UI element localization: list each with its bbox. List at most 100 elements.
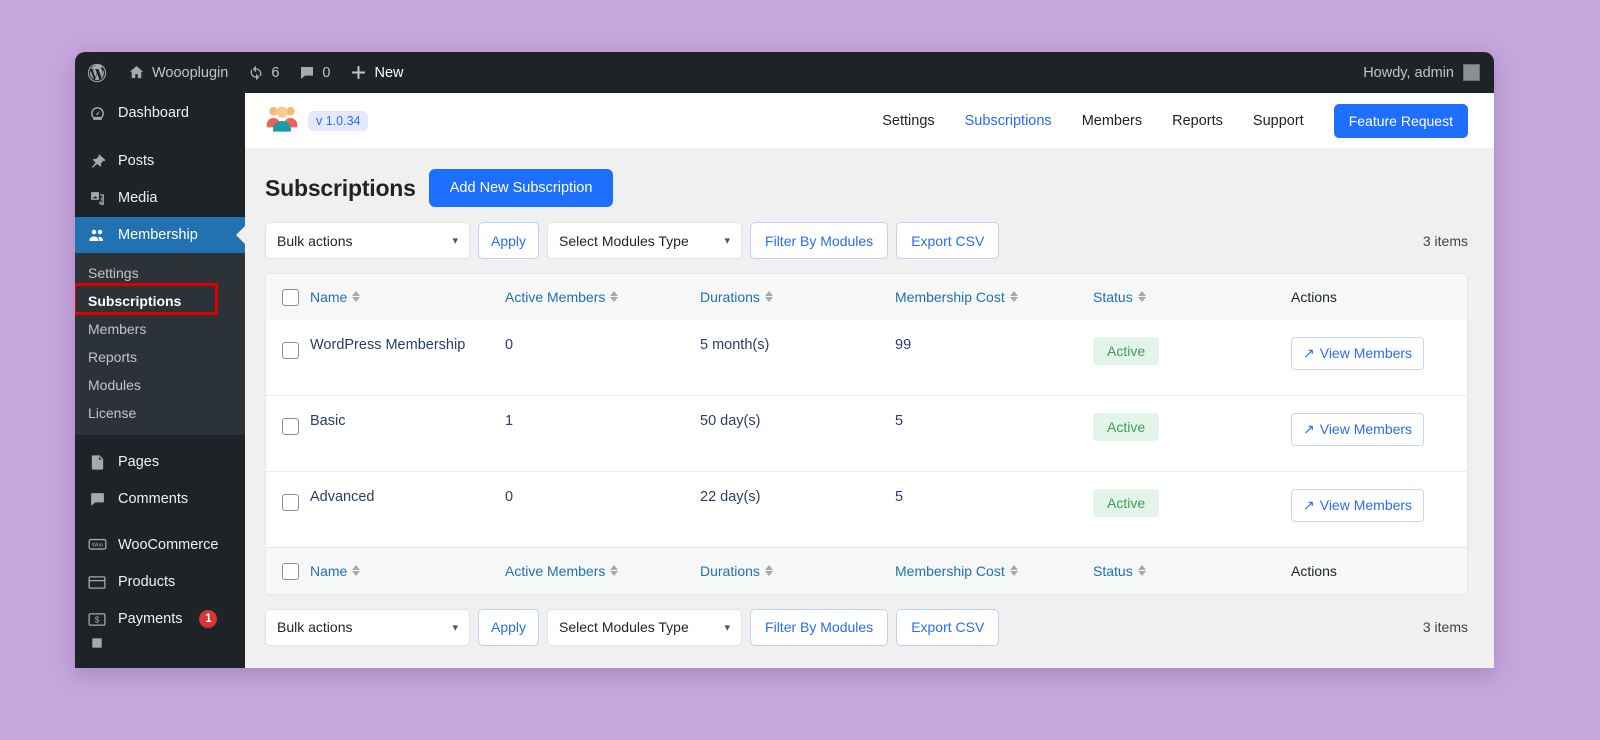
tab-settings[interactable]: Settings — [882, 113, 934, 129]
sidebar-item-label: WooCommerce — [118, 537, 219, 554]
column-footer-status[interactable]: Status — [1093, 546, 1291, 594]
external-link-arrow-icon: ↗ — [1303, 496, 1315, 513]
bulk-actions-value: Bulk actions — [277, 619, 353, 636]
sidebar-item-dashboard[interactable]: Dashboard — [75, 93, 245, 134]
sidebar-item-membership[interactable]: Membership — [75, 216, 245, 254]
new-content-menu[interactable]: New — [340, 52, 413, 93]
tab-members[interactable]: Members — [1082, 113, 1142, 129]
wp-admin-bar: Woooplugin 6 0 New Howdy, admin — [75, 52, 1494, 93]
apply-button-top[interactable]: Apply — [478, 222, 540, 259]
svg-text:Woo: Woo — [91, 542, 102, 548]
filter-by-modules-button-bottom[interactable]: Filter By Modules — [750, 608, 889, 646]
column-header-active-members[interactable]: Active Members — [505, 274, 700, 320]
chevron-down-icon: ▾ — [724, 235, 731, 247]
column-label: Membership Cost — [895, 562, 1005, 579]
select-all-checkbox-bottom[interactable] — [282, 562, 299, 580]
sidebar-item-label: Pages — [118, 454, 160, 471]
column-footer-name[interactable]: Name — [310, 546, 505, 594]
sidebar-item-woocommerce[interactable]: Woo WooCommerce — [75, 527, 245, 564]
tab-support[interactable]: Support — [1253, 113, 1304, 129]
media-icon — [87, 190, 107, 207]
cell-actions: ↗ View Members — [1291, 320, 1467, 396]
select-all-header — [266, 274, 310, 320]
column-header-name[interactable]: Name — [310, 274, 505, 320]
table-header-row: Name Active Members Durations Membership… — [266, 274, 1467, 320]
bulk-actions-select-top[interactable]: Bulk actions ▾ — [265, 222, 470, 259]
updates-count: 6 — [271, 64, 280, 81]
column-footer-membership-cost[interactable]: Membership Cost — [895, 546, 1093, 594]
view-members-button[interactable]: ↗ View Members — [1291, 336, 1425, 370]
tab-subscriptions[interactable]: Subscriptions — [965, 113, 1052, 129]
cell-actions: ↗ View Members — [1291, 470, 1467, 548]
column-header-status[interactable]: Status — [1093, 274, 1291, 320]
status-badge: Active — [1093, 412, 1160, 441]
updates-icon — [248, 65, 264, 81]
cell-cost: 99 — [895, 336, 912, 353]
row-checkbox[interactable] — [282, 341, 299, 359]
plus-icon — [350, 64, 367, 81]
sidebar-item-settings[interactable]: Settings — [75, 259, 245, 287]
sidebar-item-posts[interactable]: Posts — [75, 143, 245, 180]
page-title-row: Subscriptions Add New Subscription — [265, 169, 1468, 207]
sidebar-item-label: Products — [118, 573, 176, 590]
sidebar-item-subscriptions[interactable]: Subscriptions — [75, 287, 245, 315]
view-members-button[interactable]: ↗ View Members — [1291, 488, 1425, 522]
apply-button-bottom[interactable]: Apply — [478, 608, 540, 646]
row-checkbox[interactable] — [282, 417, 299, 435]
select-all-checkbox-top[interactable] — [282, 288, 299, 306]
export-csv-button-top[interactable]: Export CSV — [896, 222, 1000, 259]
sort-arrows-icon — [352, 291, 361, 303]
column-header-membership-cost[interactable]: Membership Cost — [895, 274, 1093, 320]
sidebar-item-license[interactable]: License — [75, 399, 245, 427]
cell-cost: 5 — [895, 394, 1093, 472]
sidebar-item-partial[interactable] — [75, 637, 245, 648]
sidebar-item-payments[interactable]: $ Payments 1 — [75, 601, 245, 638]
sidebar-item-comments[interactable]: Comments — [75, 481, 245, 518]
new-content-label: New — [374, 64, 404, 81]
sort-arrows-icon — [610, 291, 619, 303]
row-checkbox[interactable] — [282, 493, 299, 511]
sort-arrows-icon — [764, 291, 773, 303]
modules-type-value: Select Modules Type — [559, 619, 689, 636]
account-menu[interactable]: Howdy, admin — [1363, 64, 1494, 81]
comments-menu[interactable]: 0 — [289, 52, 340, 93]
feature-request-button[interactable]: Feature Request — [1333, 103, 1468, 138]
modules-type-select-bottom[interactable]: Select Modules Type ▾ — [547, 608, 743, 646]
select-all-footer — [266, 546, 310, 594]
filter-by-modules-button-top[interactable]: Filter By Modules — [750, 222, 889, 259]
tab-reports[interactable]: Reports — [1172, 113, 1223, 129]
add-new-subscription-button[interactable]: Add New Subscription — [428, 169, 614, 207]
sort-arrows-icon — [1009, 291, 1018, 303]
column-header-durations[interactable]: Durations — [700, 274, 895, 320]
updates-menu[interactable]: 6 — [238, 52, 289, 93]
sidebar-item-label: Membership — [118, 226, 198, 243]
howdy-label: Howdy, admin — [1363, 64, 1454, 81]
page-body: Subscriptions Add New Subscription Bulk … — [245, 149, 1494, 646]
column-label: Active Members — [505, 288, 606, 305]
site-name-menu[interactable]: Woooplugin — [118, 52, 238, 93]
users-icon — [87, 226, 107, 244]
table-head: Name Active Members Durations Membership… — [266, 274, 1467, 320]
sort-arrows-icon — [764, 565, 773, 577]
sidebar-item-members[interactable]: Members — [75, 315, 245, 343]
sidebar-item-modules[interactable]: Modules — [75, 371, 245, 399]
column-footer-actions: Actions — [1291, 546, 1467, 594]
sort-arrows-icon — [1137, 291, 1146, 303]
column-footer-active-members[interactable]: Active Members — [505, 546, 700, 594]
plugin-header: v 1.0.34 Settings Subscriptions Members … — [245, 93, 1494, 149]
modules-type-select-top[interactable]: Select Modules Type ▾ — [547, 222, 743, 259]
sidebar-item-media[interactable]: Media — [75, 180, 245, 217]
table-row: Advanced 0 22 day(s) 5 Active ↗ View Mem… — [266, 470, 1467, 548]
main-content: v 1.0.34 Settings Subscriptions Members … — [245, 93, 1494, 668]
menu-separator — [75, 134, 245, 143]
wp-logo-menu[interactable] — [75, 52, 118, 93]
view-members-button[interactable]: ↗ View Members — [1291, 412, 1425, 446]
sidebar-item-pages[interactable]: Pages — [75, 444, 245, 481]
column-footer-durations[interactable]: Durations — [700, 546, 895, 594]
sidebar-item-products[interactable]: Products — [75, 564, 245, 601]
export-csv-button-bottom[interactable]: Export CSV — [896, 608, 1000, 646]
wordpress-logo-icon — [86, 62, 108, 84]
sidebar-item-reports[interactable]: Reports — [75, 343, 245, 371]
menu-separator — [75, 518, 245, 527]
bulk-actions-select-bottom[interactable]: Bulk actions ▾ — [265, 608, 470, 646]
